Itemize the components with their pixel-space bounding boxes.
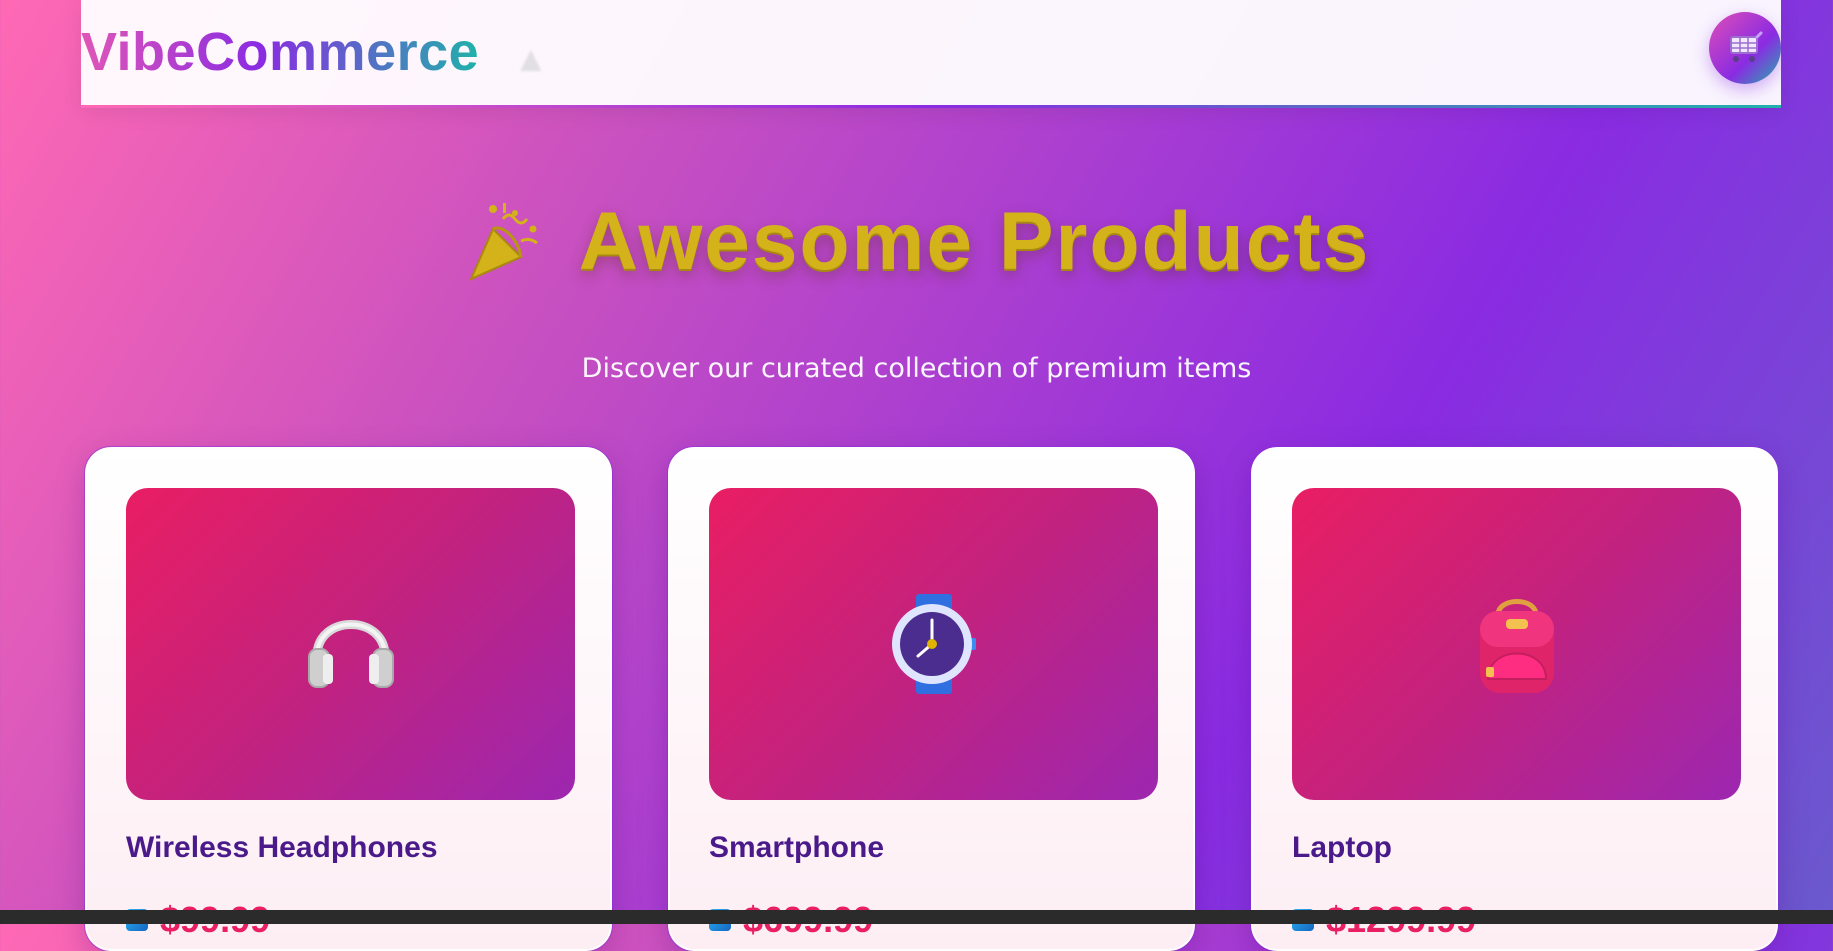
os-taskbar [0, 910, 1833, 924]
product-image[interactable] [126, 488, 575, 800]
shopping-cart-icon [1730, 31, 1763, 62]
page-title: Awesome Products [578, 196, 1371, 287]
page-subtitle: Discover our curated collection of premi… [581, 353, 1252, 384]
hero-heading: Awesome Products [0, 195, 1833, 289]
product-image[interactable] [1292, 488, 1741, 800]
brand-ghost-glyph: ▲ [513, 38, 549, 79]
product-card[interactable]: Wireless Headphones $99.99 [84, 446, 613, 951]
brand-logo[interactable]: VibeCommerce [81, 22, 479, 82]
product-image[interactable] [709, 488, 1158, 800]
product-name: Laptop [1292, 831, 1392, 864]
party-popper-icon [468, 203, 538, 281]
backpack-icon [1479, 599, 1554, 693]
product-name: Smartphone [709, 831, 885, 864]
site-header: VibeCommerce ▲ [81, 0, 1781, 108]
product-card[interactable]: Smartphone $699.99 [667, 446, 1196, 951]
cart-button[interactable] [1709, 12, 1781, 84]
product-card[interactable]: Laptop $1299.99 [1250, 446, 1779, 951]
product-name: Wireless Headphones [126, 831, 438, 864]
headphones-icon [307, 620, 394, 688]
watch-icon [891, 594, 976, 694]
